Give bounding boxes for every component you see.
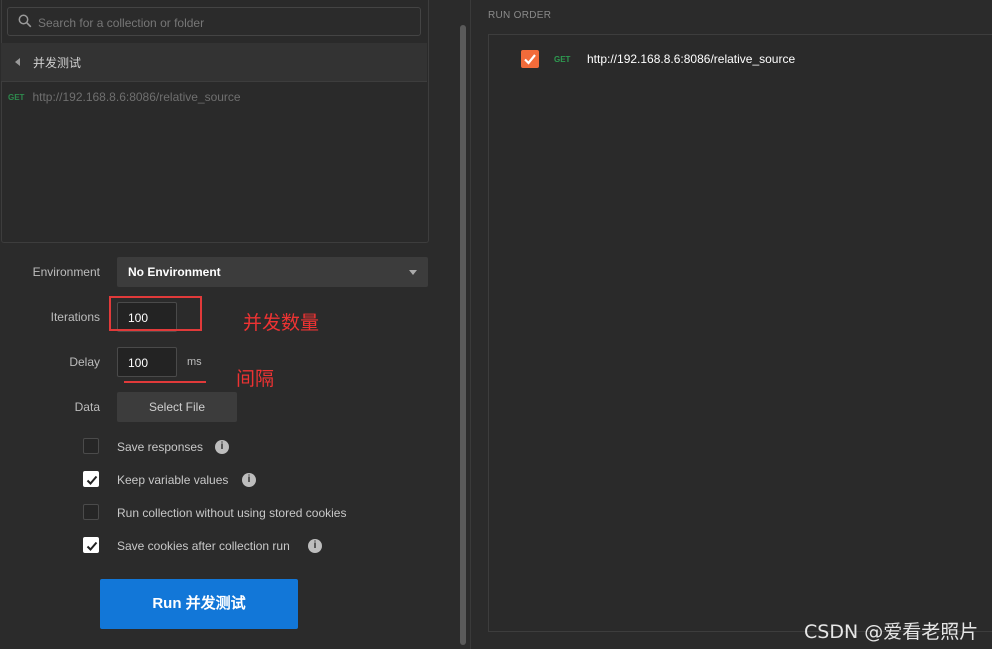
info-icon[interactable]: i [308,539,322,553]
checkmark-icon [86,475,98,485]
scrollbar-thumb[interactable] [460,25,466,645]
run-order-item-checkbox[interactable] [521,50,539,68]
environment-label: Environment [32,265,100,279]
save-cookies-checkbox[interactable] [83,537,99,553]
request-list-item[interactable]: GET http://192.168.8.6:8086/relative_sour… [8,90,241,104]
run-order-title: RUN ORDER [488,10,552,21]
checkmark-icon [524,54,536,65]
save-responses-label: Save responses [117,440,204,454]
checkmark-icon [86,541,98,551]
run-order-list [488,34,992,632]
search-box[interactable] [7,7,421,36]
environment-select[interactable]: No Environment [117,257,428,287]
info-icon[interactable]: i [242,473,256,487]
back-arrow-icon[interactable] [15,58,20,66]
iterations-label: Iterations [50,310,100,324]
run-order-item-method: GET [554,55,571,64]
annotation-concurrency: 并发数量 [243,312,320,334]
no-stored-cookies-checkbox[interactable] [83,504,99,520]
chevron-down-icon [409,270,417,275]
select-file-button[interactable]: Select File [117,392,237,422]
annotation-interval: 间隔 [236,368,275,390]
environment-value: No Environment [128,265,221,279]
no-stored-cookies-label: Run collection without using stored cook… [117,506,347,520]
save-responses-checkbox[interactable] [83,438,99,454]
run-button[interactable]: Run 并发测试 [100,579,298,629]
keep-variable-values-checkbox[interactable] [83,471,99,487]
run-order-item-url: http://192.168.8.6:8086/relative_source [587,52,796,66]
folder-name: 并发测试 [33,56,82,70]
search-icon [18,14,32,31]
delay-input[interactable]: 100 [117,347,177,377]
search-input[interactable] [36,13,410,33]
request-url: http://192.168.8.6:8086/relative_source [32,90,241,104]
data-label: Data [74,400,100,414]
delay-label: Delay [69,355,100,369]
watermark: CSDN @爱看老照片 [804,621,979,643]
save-cookies-label: Save cookies after collection run [117,539,290,553]
annotation-underline [124,381,206,383]
folder-breadcrumb[interactable]: 并发测试 [1,43,427,82]
keep-variable-values-label: Keep variable values [117,473,229,487]
info-icon[interactable]: i [215,440,229,454]
collection-list [1,0,429,243]
delay-unit: ms [187,356,202,368]
panel-divider [470,0,471,649]
request-method: GET [8,93,25,102]
annotation-highlight-box [109,296,202,331]
